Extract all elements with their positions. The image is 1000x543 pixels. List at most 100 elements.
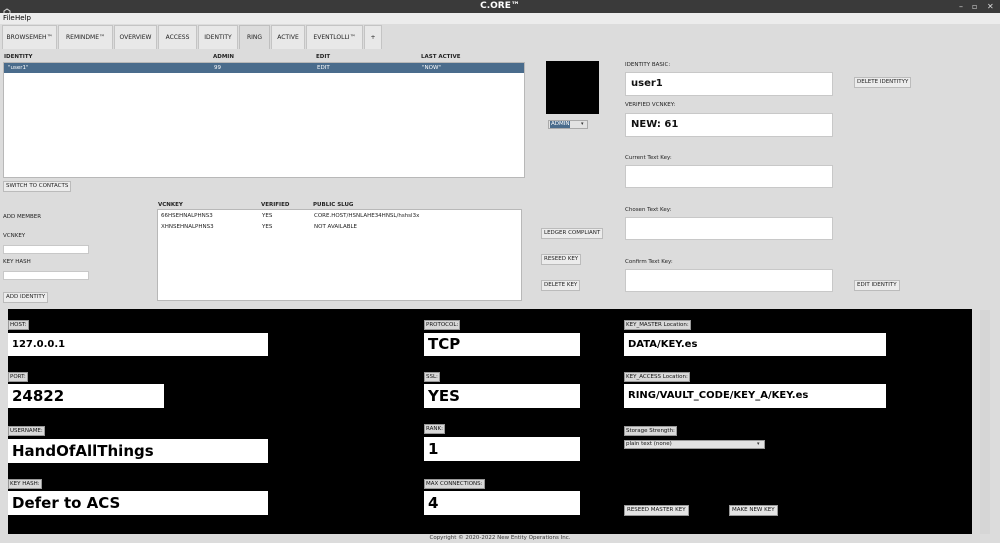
table-row[interactable]: XHNSEHNALPHNS3 YES NOT AVAILABLE (158, 222, 521, 233)
protocol-field[interactable]: TCP (424, 333, 580, 356)
tab-active[interactable]: ACTIVE (271, 25, 305, 49)
col-public-slug: PUBLIC SLUG (313, 202, 354, 208)
footer-copyright: Copyright © 2020-2022 New Entity Operati… (429, 535, 571, 541)
key-access-label: KEY_ACCESS Location: (624, 372, 690, 382)
identity-basic-label: IDENTITY BASIC: (625, 62, 671, 68)
rank-field[interactable]: 1 (424, 437, 580, 461)
ssl-field[interactable]: YES (424, 384, 580, 408)
max-connections-field[interactable]: 4 (424, 491, 580, 515)
confirm-text-key-label: Confirm Text Key: (625, 259, 673, 265)
delete-key-button[interactable]: DELETE KEY (541, 280, 581, 291)
ssl-label: SSL: (424, 372, 440, 382)
cell-verified: YES (262, 213, 273, 219)
protocol-label: PROTOCOL: (424, 320, 461, 330)
tab-eventlolli[interactable]: EVENTLOLLI™ (306, 25, 363, 49)
switch-to-contacts-button[interactable]: SWITCH TO CONTACTS (3, 181, 72, 192)
storage-strength-label: Storage Strength: (624, 426, 677, 436)
port-field[interactable]: 24822 (8, 384, 164, 408)
delete-identity-button[interactable]: DELETE IDENTITYY (854, 77, 912, 88)
cell-identity: "user1" (8, 65, 29, 71)
cell-edit[interactable]: EDIT (317, 65, 330, 71)
tab-ring[interactable]: RING (239, 25, 270, 49)
max-connections-value: 4 (428, 494, 439, 512)
tab-access[interactable]: ACCESS (158, 25, 197, 49)
add-identity-button[interactable]: ADD IDENTITY (3, 292, 49, 303)
vcnkey-input[interactable] (3, 245, 89, 254)
vcnkey-label: VCNKEY (3, 233, 26, 239)
title-bar: C.ORE™ – ▫ ✕ (0, 0, 1000, 17)
connection-panel: HOST: 127.0.0.1 PORT: 24822 USERNAME: Ha… (8, 309, 972, 534)
tab-bar: BROWSEMEH™ REMINDME™ OVERVIEW ACCESS IDE… (0, 25, 1000, 49)
current-text-key-label: Current Text Key: (625, 155, 672, 161)
key-access-field[interactable]: RING/VAULT_CODE/KEY_A/KEY.es (624, 384, 886, 408)
storage-strength-select[interactable]: plain text (none) ▾ (624, 440, 765, 449)
key-master-field[interactable]: DATA/KEY.es (624, 333, 886, 356)
admin-select-value: ADMIN (550, 121, 571, 128)
key-access-value: RING/VAULT_CODE/KEY_A/KEY.es (628, 390, 809, 401)
verified-vcnkey-label: VERIFIED VCNKEY: (625, 102, 676, 108)
identity-basic-field[interactable]: user1 (625, 72, 833, 96)
key-master-value: DATA/KEY.es (628, 339, 698, 350)
keyhash-conn-field[interactable]: Defer to ACS (8, 491, 268, 515)
port-value: 24822 (12, 387, 65, 405)
username-field[interactable]: HandOfAllThings (8, 439, 268, 463)
scrollbar[interactable] (980, 310, 990, 534)
cell-public-slug: CORE.HOST/HSNLAHE34HNSL/hshsl3x (314, 213, 420, 219)
host-field[interactable]: 127.0.0.1 (8, 333, 268, 356)
keyhash-input[interactable] (3, 271, 89, 280)
col-last-active: LAST ACTIVE (421, 54, 461, 60)
tab-overview[interactable]: OVERVIEW (114, 25, 157, 49)
current-text-key-input[interactable] (625, 165, 833, 188)
cell-admin: 99 (214, 65, 221, 71)
identity-table: "user1" 99 EDIT "NOW" (3, 62, 525, 178)
host-label: HOST: (8, 320, 29, 330)
tab-add[interactable]: + (364, 25, 382, 49)
menu-help[interactable]: Help (15, 13, 31, 24)
tab-identity[interactable]: IDENTITY (198, 25, 238, 49)
username-label: USERNAME: (8, 426, 45, 436)
cell-vcnkey: 66HSEHNALPHNS3 (161, 213, 213, 219)
col-vcnkey: VCNKEY (158, 202, 183, 208)
keyhash-conn-label: KEY HASH: (8, 479, 42, 489)
cell-vcnkey: XHNSEHNALPHNS3 (161, 224, 214, 230)
rank-label: RANK: (424, 424, 445, 434)
close-icon[interactable]: ✕ (987, 0, 994, 13)
cell-verified: YES (262, 224, 273, 230)
col-verified: VERIFIED (261, 202, 290, 208)
vcn-table: 66HSEHNALPHNS3 YES CORE.HOST/HSNLAHE34HN… (157, 209, 522, 301)
make-new-key-button[interactable]: MAKE NEW KEY (729, 505, 778, 516)
key-master-label: KEY_MASTER Location: (624, 320, 691, 330)
chevron-down-icon: ▾ (581, 121, 584, 127)
admin-select[interactable]: ADMIN ▾ (548, 120, 588, 129)
cell-last-active: "NOW" (422, 65, 441, 71)
keyhash-label: KEY HASH (3, 259, 31, 265)
tab-browsemeh[interactable]: BROWSEMEH™ (2, 25, 57, 49)
add-member-title: ADD MEMBER (3, 214, 42, 220)
chosen-text-key-input[interactable] (625, 217, 833, 240)
reseed-key-button[interactable]: RESEED KEY (541, 254, 582, 265)
edit-identity-button[interactable]: EDIT IDENTITY (854, 280, 900, 291)
menu-file[interactable]: File (3, 13, 15, 24)
chosen-text-key-label: Chosen Text Key: (625, 207, 672, 213)
ssl-value: YES (428, 387, 460, 405)
rank-value: 1 (428, 440, 439, 458)
chevron-down-icon: ▾ (757, 441, 760, 447)
window-title: C.ORE™ (480, 1, 520, 11)
col-admin: ADMIN (213, 54, 234, 60)
storage-strength-value: plain text (none) (626, 441, 672, 447)
identity-basic-value: user1 (631, 78, 663, 89)
verified-vcnkey-value: NEW: 61 (631, 119, 679, 130)
table-row[interactable]: 66HSEHNALPHNS3 YES CORE.HOST/HSNLAHE34HN… (158, 211, 521, 222)
minimize-icon[interactable]: – (959, 0, 963, 13)
port-label: PORT: (8, 372, 28, 382)
verified-vcnkey-field[interactable]: NEW: 61 (625, 113, 833, 137)
tab-remindme[interactable]: REMINDME™ (58, 25, 113, 49)
table-row[interactable]: "user1" 99 EDIT "NOW" (4, 63, 524, 73)
ledger-compliant-button[interactable]: LEDGER COMPLIANT (541, 228, 604, 239)
maximize-icon[interactable]: ▫ (972, 0, 977, 13)
protocol-value: TCP (428, 335, 461, 353)
confirm-text-key-input[interactable] (625, 269, 833, 292)
col-identity: IDENTITY (4, 54, 33, 60)
reseed-master-key-button[interactable]: RESEED MASTER KEY (624, 505, 689, 516)
menu-bar: File Help (0, 13, 1000, 24)
